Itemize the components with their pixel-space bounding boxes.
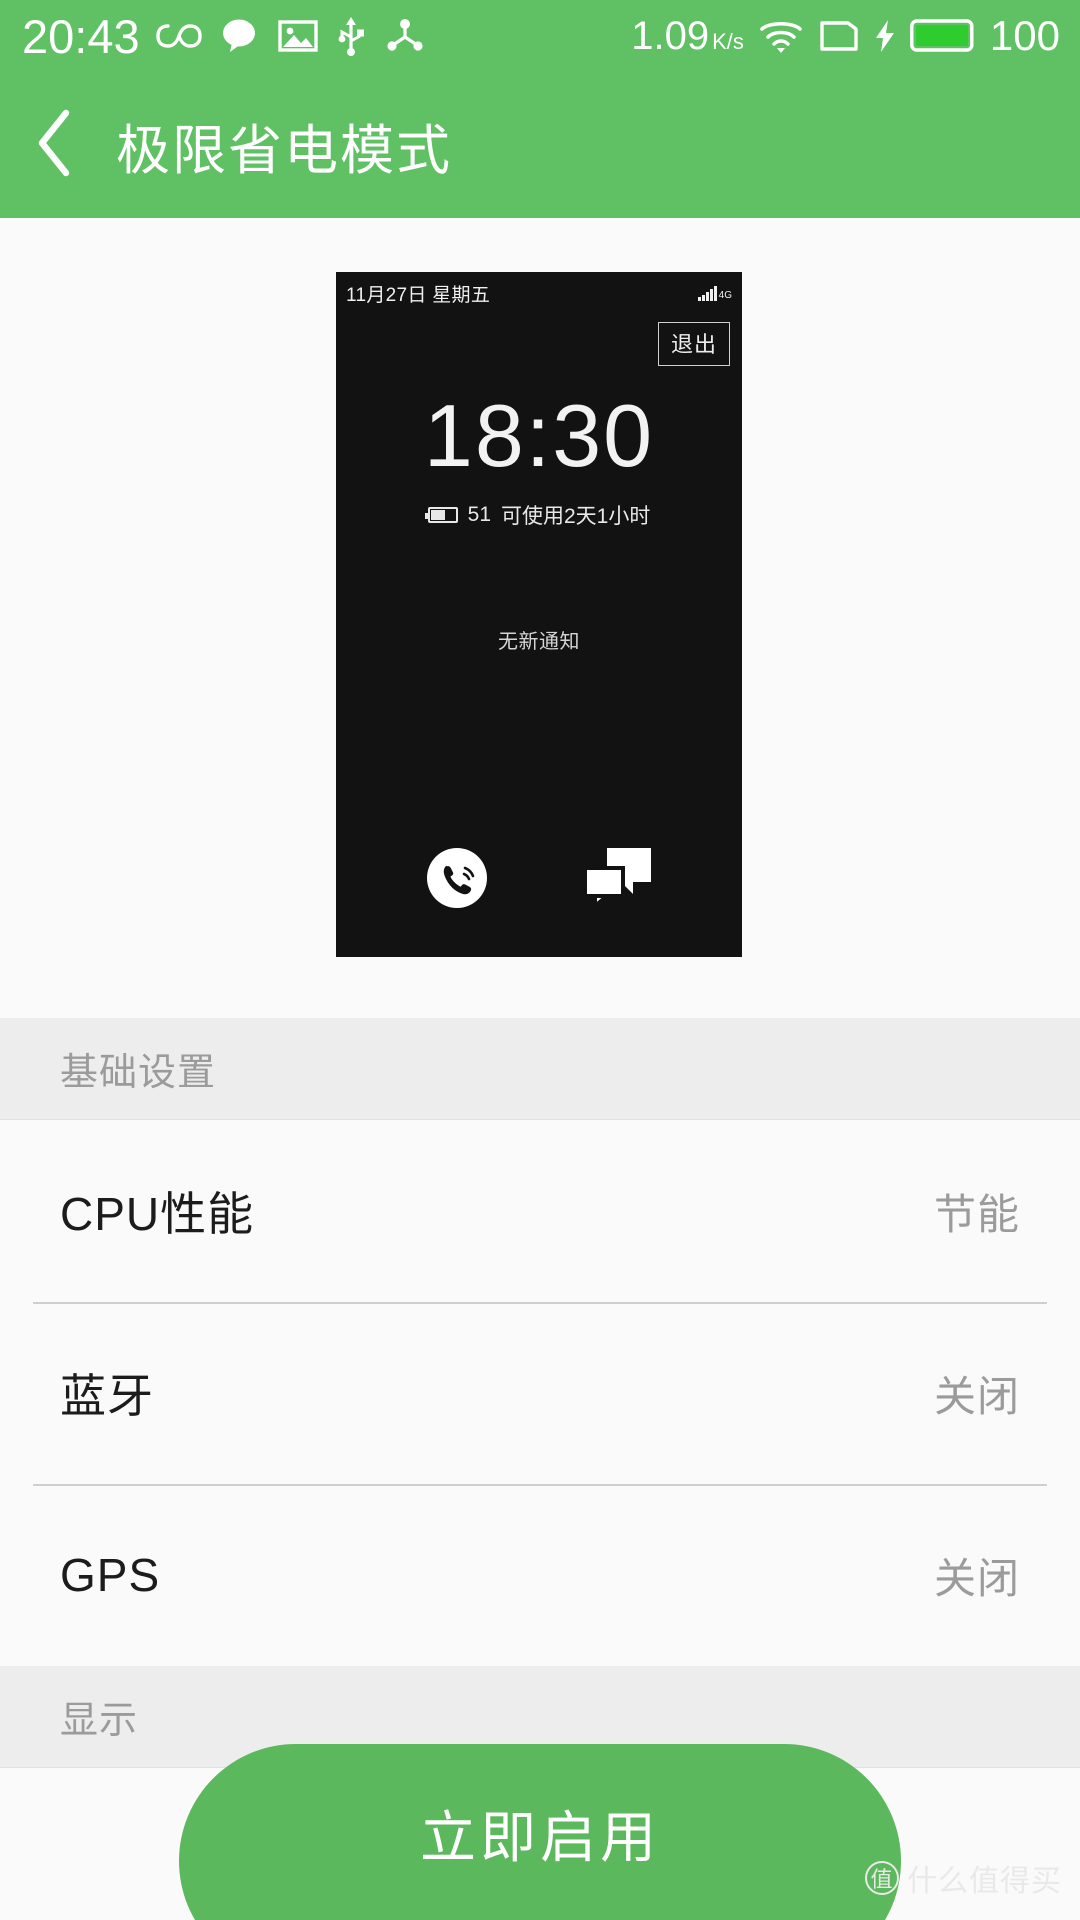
enable-now-button[interactable]: 立即启用 xyxy=(179,1744,901,1920)
signal-bars-icon xyxy=(697,285,717,301)
preview-battery-percent: 51 xyxy=(467,503,491,526)
watermark: 值 什么值得买 xyxy=(865,1856,1062,1900)
battery-percent: 100 xyxy=(989,12,1060,59)
chevron-left-icon xyxy=(32,107,78,184)
settings-row-bluetooth[interactable]: 蓝牙 关闭 xyxy=(0,1302,1080,1484)
section-header-basic: 基础设置 xyxy=(0,1018,1080,1120)
phone-dialer-icon[interactable] xyxy=(425,846,489,915)
network-speed-value: 1.09 xyxy=(631,13,710,58)
preview-area: 11月27日 星期五 4G 退出 18:30 51 可使用2天1小时 无新通知 xyxy=(0,218,1080,1018)
network-speed-unit: K/s xyxy=(712,28,744,54)
status-bar-left: 20:43 xyxy=(0,13,426,60)
watermark-text: 什么值得买 xyxy=(907,1865,1062,1898)
preview-date: 11月27日 星期五 xyxy=(346,284,491,306)
preview-exit-button[interactable]: 退出 xyxy=(657,322,730,366)
preview-status-bar: 11月27日 星期五 4G xyxy=(336,272,742,314)
image-icon xyxy=(277,19,318,53)
page-header: 极限省电模式 xyxy=(0,72,1080,218)
wifi-icon xyxy=(758,18,804,54)
status-bar: 20:43 1.09 K/s 100 xyxy=(0,0,1080,72)
battery-icon xyxy=(910,19,976,53)
settings-row-cpu[interactable]: CPU性能 节能 xyxy=(0,1120,1080,1302)
message-bubble-icon xyxy=(220,18,260,54)
status-time: 20:43 xyxy=(22,9,140,63)
preview-clock: 18:30 xyxy=(423,386,655,485)
usb-icon xyxy=(336,15,366,57)
infinity-icon xyxy=(155,21,202,51)
row-value: 关闭 xyxy=(933,1554,1020,1602)
status-left-icons xyxy=(155,15,426,57)
sim-card-icon xyxy=(818,19,860,53)
preview-battery-line: 51 可使用2天1小时 xyxy=(336,500,742,530)
share-node-icon xyxy=(384,17,426,55)
preview-no-notification: 无新通知 xyxy=(498,631,580,653)
row-label: 蓝牙 xyxy=(60,1370,154,1422)
settings-row-gps[interactable]: GPS 关闭 xyxy=(0,1484,1080,1666)
page-title: 极限省电模式 xyxy=(116,120,452,181)
network-speed: 1.09 K/s xyxy=(631,14,744,59)
preview-action-bar xyxy=(336,846,742,915)
preview-battery-icon xyxy=(424,507,458,523)
watermark-badge: 值 xyxy=(865,1861,899,1895)
back-button[interactable] xyxy=(0,72,110,218)
lockscreen-preview: 11月27日 星期五 4G 退出 18:30 51 可使用2天1小时 无新通知 xyxy=(336,272,742,957)
preview-network-label: 4G xyxy=(718,289,732,301)
messages-icon[interactable] xyxy=(583,846,653,915)
preview-battery-remaining: 可使用2天1小时 xyxy=(501,505,651,528)
screen-root: 20:43 1.09 K/s 100 极限省电模式 11月27日 星期五 4G … xyxy=(0,0,1080,1920)
status-bar-right: 1.09 K/s 100 xyxy=(631,12,1080,60)
section-rows-basic: CPU性能 节能 蓝牙 关闭 GPS 关闭 xyxy=(0,1120,1080,1666)
row-label: CPU性能 xyxy=(60,1188,255,1240)
row-value: 节能 xyxy=(933,1190,1020,1238)
row-label: GPS xyxy=(60,1549,161,1601)
preview-signal-group: 4G xyxy=(697,285,732,301)
charging-bolt-icon xyxy=(874,19,896,53)
row-value: 关闭 xyxy=(933,1372,1020,1420)
